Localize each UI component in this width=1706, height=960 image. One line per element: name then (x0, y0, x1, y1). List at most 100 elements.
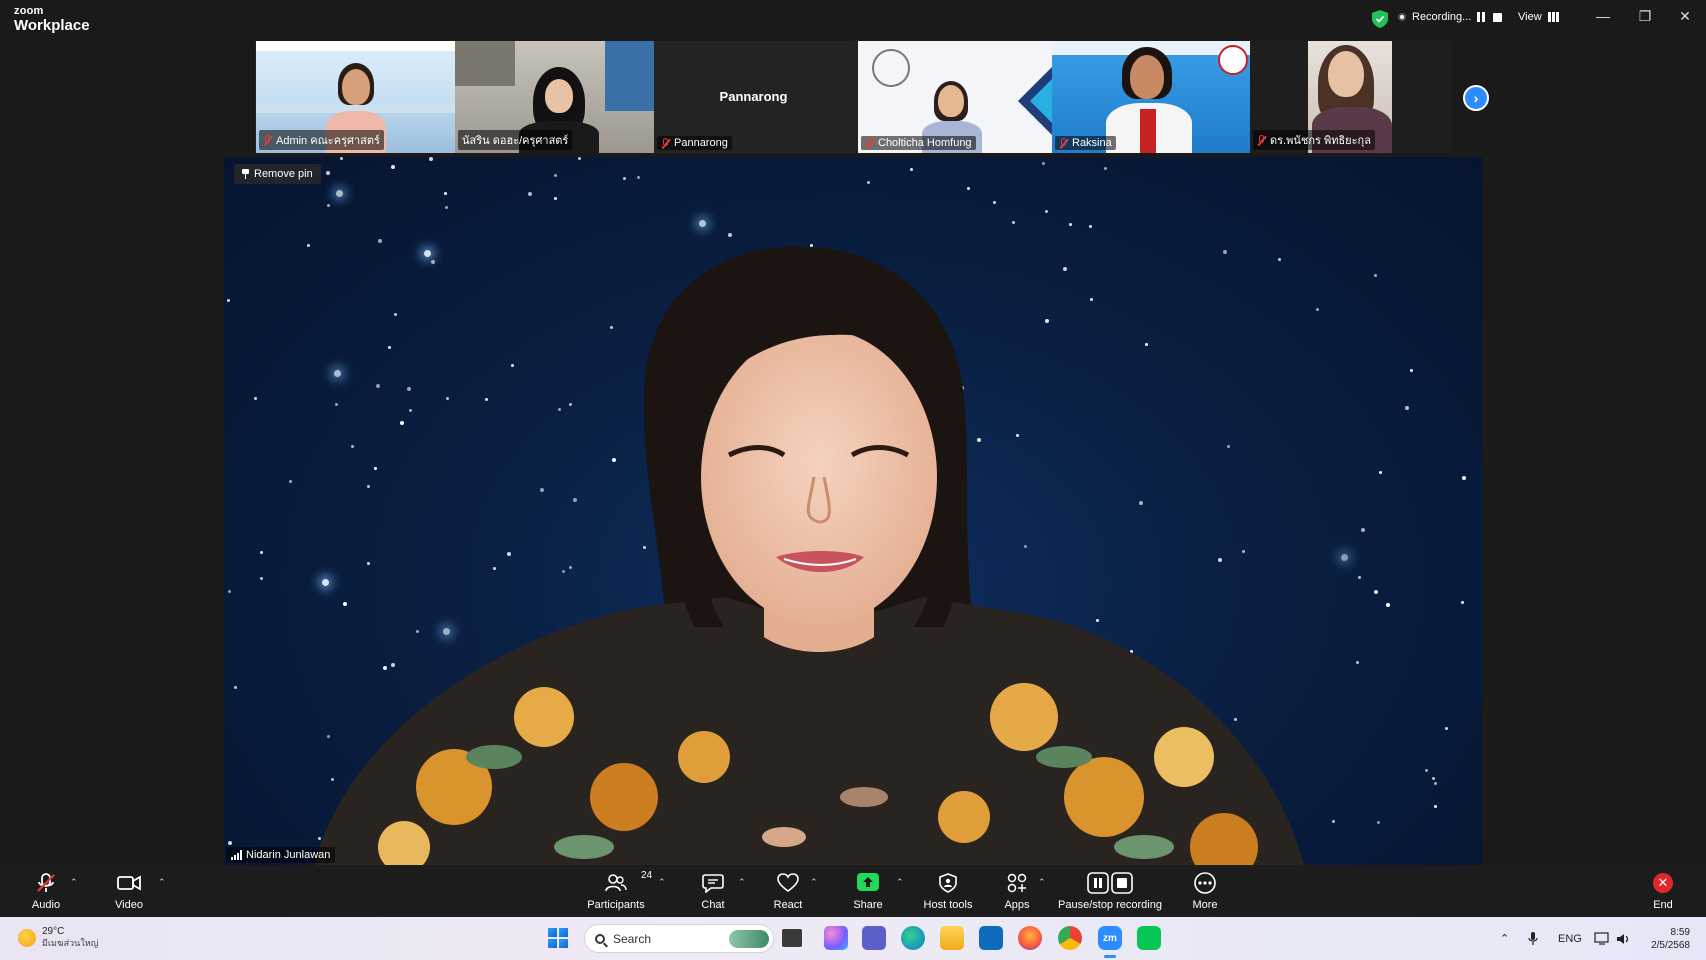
pause-stop-recording-icon (1087, 872, 1133, 894)
remove-pin-button[interactable]: Remove pin (234, 164, 321, 184)
participants-button[interactable]: 24 Participants (586, 865, 652, 917)
encryption-shield-icon[interactable] (1372, 10, 1388, 28)
microphone-tray-icon[interactable] (1528, 917, 1538, 960)
apps-grid-icon (1007, 873, 1027, 893)
network-icon[interactable] (1594, 917, 1610, 960)
signal-strength-icon (231, 850, 242, 860)
stop-recording-icon[interactable] (1493, 12, 1503, 22)
participant-name-label: Cholticha Homfung (861, 136, 976, 150)
share-caret-icon[interactable]: ⌃ (896, 877, 904, 888)
muted-mic-icon (1059, 137, 1068, 149)
speaker-name: Nidarin Junlawan (246, 849, 331, 861)
tray-overflow-icon[interactable]: ⌃ (1500, 917, 1509, 960)
participants-caret-icon[interactable]: ⌃ (658, 877, 666, 888)
view-label: View (1518, 11, 1542, 23)
muted-mic-icon (661, 137, 670, 149)
chat-label: Chat (701, 899, 725, 911)
windows-start-icon[interactable] (548, 928, 568, 948)
end-label: End (1653, 899, 1673, 911)
host-tools-label: Host tools (923, 899, 973, 911)
chat-button[interactable]: Chat (698, 865, 728, 917)
end-meeting-button[interactable]: ✕ End (1650, 865, 1676, 917)
search-placeholder: Search (613, 931, 652, 946)
close-icon[interactable]: ✕ (1670, 8, 1700, 25)
react-caret-icon[interactable]: ⌃ (810, 877, 818, 888)
muted-mic-icon (263, 134, 272, 146)
participant-name-label: Pannarong (657, 136, 732, 150)
title-bar: zoom Workplace Recording... View — ❐ ✕ (0, 0, 1706, 40)
zoom-app-icon[interactable]: zm (1098, 926, 1122, 950)
chat-bubble-icon (702, 874, 724, 893)
end-close-icon: ✕ (1653, 873, 1673, 893)
participant-tile[interactable]: Admin คณะครุศาสตร์ (256, 41, 455, 153)
video-options-caret-icon[interactable]: ⌃ (158, 877, 166, 888)
video-camera-icon (117, 875, 141, 891)
pin-icon (242, 169, 249, 179)
host-shield-icon (939, 873, 957, 893)
next-page-arrow-icon[interactable]: › (1463, 85, 1489, 111)
recording-status-label: Recording... (1412, 11, 1472, 23)
chrome-icon[interactable] (1058, 926, 1082, 950)
university-seal-icon (872, 49, 910, 87)
more-ellipsis-icon (1194, 872, 1216, 894)
share-screen-icon (857, 873, 879, 891)
heart-react-icon (777, 873, 799, 892)
speaker-name-label: Nidarin Junlawan (226, 847, 336, 863)
participant-name-label: นัสริน ดอฮะ/ครุศาสตร์ (458, 130, 573, 150)
search-highlight-icon (729, 929, 769, 948)
muted-mic-icon (865, 137, 874, 149)
brand-large: Workplace (14, 17, 90, 34)
muted-mic-icon (37, 873, 55, 892)
participant-tile[interactable]: นัสริน ดอฮะ/ครุศาสตร์ (455, 41, 654, 153)
search-icon (595, 933, 605, 944)
restore-icon[interactable]: ❐ (1630, 8, 1660, 25)
weather-sun-icon (18, 928, 36, 947)
chat-caret-icon[interactable]: ⌃ (738, 877, 746, 888)
apps-button[interactable]: Apps (1000, 865, 1034, 917)
active-app-indicator (1104, 955, 1116, 958)
org-logo-icon (1218, 45, 1248, 75)
recording-indicator: Recording... (1398, 11, 1503, 23)
video-label: Video (115, 899, 143, 911)
minimize-icon[interactable]: — (1588, 8, 1618, 24)
apps-label: Apps (1004, 899, 1030, 911)
meeting-toolbar: Audio ⌃ Video ⌃ 24 Participants ⌃ Chat ⌃… (0, 865, 1706, 917)
participant-tile[interactable]: ดร.พนัชกร พิทธิยะกุล (1250, 41, 1450, 153)
host-tools-button[interactable]: Host tools (920, 865, 976, 917)
brand-small: zoom (14, 5, 44, 17)
pause-stop-recording-button[interactable]: Pause/stop recording (1058, 865, 1162, 917)
muted-mic-icon (1257, 134, 1266, 146)
line-app-icon[interactable] (1137, 926, 1161, 950)
file-explorer-icon[interactable] (940, 926, 964, 950)
firefox-icon[interactable] (1018, 926, 1042, 950)
recording-control-label: Pause/stop recording (1058, 899, 1162, 911)
decor-diamond (1018, 67, 1052, 135)
recording-dot-icon (1398, 13, 1406, 21)
more-label: More (1192, 899, 1218, 911)
video-button[interactable]: Video (112, 865, 146, 917)
windows-taskbar: 29°C มีเมฆส่วนใหญ่ Search zm ⌃ ENG 8:59 … (0, 917, 1706, 960)
react-label: React (773, 899, 803, 911)
taskbar-search-box[interactable]: Search (584, 924, 774, 953)
share-button[interactable]: Share (853, 865, 883, 917)
apps-caret-icon[interactable]: ⌃ (1038, 877, 1046, 888)
task-view-icon[interactable] (782, 929, 802, 947)
input-language[interactable]: ENG (1558, 917, 1582, 960)
outlook-icon[interactable] (979, 926, 1003, 950)
clock-time: 8:59 (1670, 927, 1690, 938)
participant-tile[interactable]: Raksina (1052, 41, 1250, 153)
more-button[interactable]: More (1190, 865, 1220, 917)
audio-options-caret-icon[interactable]: ⌃ (70, 877, 78, 888)
react-button[interactable]: React (772, 865, 804, 917)
teams-icon[interactable] (862, 926, 886, 950)
copilot-icon[interactable] (824, 926, 848, 950)
system-clock[interactable]: 8:59 2/5/2568 (1640, 926, 1690, 952)
view-button[interactable]: View (1518, 11, 1559, 23)
edge-browser-icon[interactable] (901, 926, 925, 950)
weather-widget[interactable]: 29°C มีเมฆส่วนใหญ่ (18, 926, 98, 949)
volume-icon[interactable] (1616, 917, 1630, 960)
pause-recording-icon[interactable] (1477, 12, 1487, 22)
participant-tile[interactable]: Pannarong Pannarong (654, 41, 853, 153)
audio-button[interactable]: Audio (28, 865, 64, 917)
participant-tile[interactable]: Cholticha Homfung (858, 41, 1052, 153)
